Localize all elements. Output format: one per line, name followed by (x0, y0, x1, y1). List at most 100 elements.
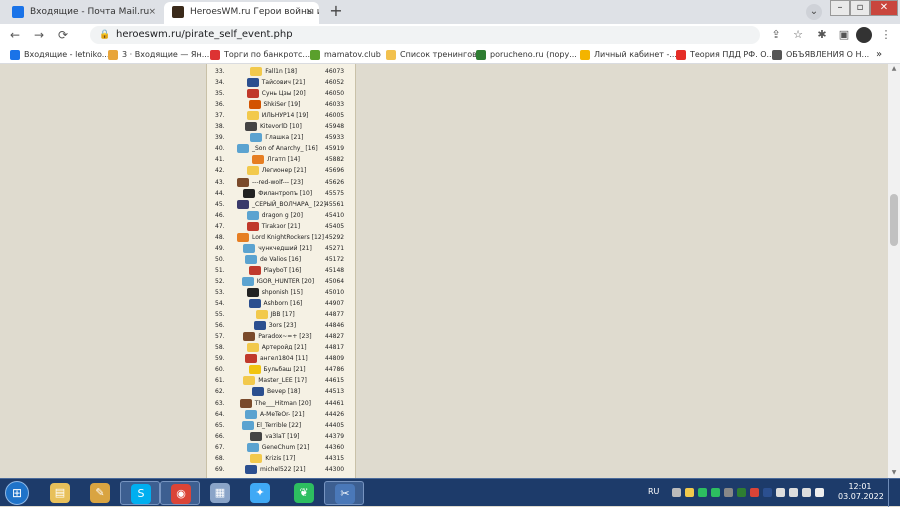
bookmark-item[interactable]: ОБЪЯВЛЕНИЯ О Н... (772, 46, 869, 64)
bookmark-item[interactable]: mamatov.club (310, 46, 381, 64)
bookmark-item[interactable]: Список тренингов (386, 46, 477, 64)
scrollbar-thumb[interactable] (890, 194, 898, 246)
bookmark-item[interactable]: 3 · Входящие — Ян... (108, 46, 209, 64)
scroll-down-arrow[interactable]: ▼ (888, 468, 900, 478)
maximize-button[interactable]: ▫ (850, 0, 870, 16)
player-name-link[interactable]: Легионер [21] (262, 165, 307, 176)
tray-icon[interactable] (789, 488, 798, 497)
row-rank: 36. (215, 101, 225, 109)
tray-icon[interactable] (815, 488, 824, 497)
player-name-link[interactable]: A-MeTeOr- [21] (260, 409, 305, 420)
player-name-link[interactable]: michel522 [21] (260, 464, 306, 475)
player-name-link[interactable]: Paradox~=+ [23] (258, 331, 311, 342)
player-name-link[interactable]: El_Terrible [22] (257, 420, 302, 431)
player-name-link[interactable]: de Valios [16] (260, 254, 301, 265)
tray-icon[interactable] (672, 488, 681, 497)
player-name-link[interactable]: Сунь Цзы [20] (262, 88, 306, 99)
menu-icon[interactable]: ⋮ (878, 27, 894, 43)
player-name-link[interactable]: Бульбаш [21] (264, 364, 306, 375)
side-panel-icon[interactable]: ▣ (836, 27, 852, 43)
player-name-link[interactable]: Krizis [17] (265, 453, 295, 464)
share-icon[interactable]: ⇪ (768, 27, 784, 43)
player-name-link[interactable]: чункчедший [21] (258, 243, 312, 254)
taskbar-app-screenshot-tool[interactable]: ✂ (324, 481, 364, 505)
clock[interactable]: 12:01 03.07.2022 (838, 482, 884, 502)
lock-icon[interactable]: 🔒 (99, 26, 110, 44)
player-name-link[interactable]: Филантропъ [10] (258, 188, 312, 199)
bookmarks-more-button[interactable]: » (876, 46, 882, 64)
taskbar-app-calculator[interactable]: ▦ (200, 481, 240, 505)
close-icon[interactable]: × (305, 2, 313, 22)
bookmark-item[interactable]: Теория ПДД РФ. О... (676, 46, 774, 64)
player-name-link[interactable]: IGOR_HUNTER [20] (257, 276, 315, 287)
player-name-link[interactable]: Тайсович [21] (262, 77, 305, 88)
player-name-link[interactable]: Глашка [21] (265, 132, 303, 143)
player-name-link[interactable]: Лгатп [14] (267, 154, 300, 165)
extensions-icon[interactable]: ✱ (814, 27, 830, 43)
player-name-link[interactable]: Артеройд [21] (262, 342, 307, 353)
taskbar-app-bird-app[interactable]: ✦ (240, 481, 280, 505)
player-name-link[interactable]: Зоrs [23] (269, 320, 296, 331)
player-name-link[interactable]: _СЕРЫЙ_ВОЛЧАРА_ [22] (252, 199, 326, 210)
reload-button[interactable]: ⟳ (54, 26, 72, 44)
tray-icon[interactable] (737, 488, 746, 497)
scroll-up-arrow[interactable]: ▲ (888, 64, 900, 74)
tray-icon[interactable] (698, 488, 707, 497)
bookmark-item[interactable]: Входящие - letniko... (10, 46, 109, 64)
star-icon[interactable]: ☆ (790, 27, 806, 43)
url-input[interactable]: 🔒 heroeswm.ru/pirate_self_event.php (90, 26, 760, 44)
tray-icon[interactable] (802, 488, 811, 497)
player-name-link[interactable]: ангел1804 [11] (260, 353, 308, 364)
taskbar-app-explorer[interactable]: ▤ (40, 481, 80, 505)
player-name-link[interactable]: shponish [15] (262, 287, 303, 298)
tray-icon[interactable] (750, 488, 759, 497)
player-name-link[interactable]: dragon g [20] (262, 210, 303, 221)
player-name-link[interactable]: Fall1n [18] (265, 66, 297, 77)
close-window-button[interactable]: ✕ (870, 0, 898, 16)
taskbar-app-paint[interactable]: ✎ (80, 481, 120, 505)
taskbar-app-evernote[interactable]: ❦ (284, 481, 324, 505)
player-name-link[interactable]: The___Hitman [20] (255, 398, 311, 409)
player-name-link[interactable]: va3laT [19] (265, 431, 299, 442)
player-name-link[interactable]: Bevep [18] (267, 386, 300, 397)
player-name-link[interactable]: ShkiSer [19] (264, 99, 301, 110)
bookmark-item[interactable]: poruchenо.ru (пору... (476, 46, 577, 64)
tray-icon[interactable] (776, 488, 785, 497)
tab-heroeswm[interactable]: HeroesWM.ru Герои войны и де × (164, 2, 319, 24)
training-icon (386, 50, 396, 60)
player-name-link[interactable]: _Son of Anarchy_ [16] (252, 143, 318, 154)
tray-icon[interactable] (724, 488, 733, 497)
player-name-link[interactable]: Ashborn [16] (264, 298, 303, 309)
taskbar-app-skype[interactable]: S (120, 481, 160, 505)
tray-icon[interactable] (711, 488, 720, 497)
tab-mail[interactable]: Входящие - Почта Mail.ru × (4, 2, 162, 24)
bookmark-item[interactable]: Личный кабинет -... (580, 46, 677, 64)
player-name-link[interactable]: Master_LEE [17] (258, 375, 307, 386)
player-name-link[interactable]: JBB [17] (271, 309, 295, 320)
player-name-link[interactable]: Lord KnightRockers [12] (252, 232, 324, 243)
player-name-link[interactable]: PlayboT [16] (264, 265, 302, 276)
row-score: 45271 (325, 244, 345, 252)
player-name-link[interactable]: Tirakзor [21] (262, 221, 300, 232)
tray-icon[interactable] (685, 488, 694, 497)
back-button[interactable]: ← (6, 26, 24, 44)
forward-button[interactable]: → (30, 26, 48, 44)
player-name-link[interactable]: KitevorlD [10] (260, 121, 302, 132)
tray-icon[interactable] (763, 488, 772, 497)
new-tab-button[interactable]: + (326, 2, 346, 22)
page-scrollbar[interactable]: ▲ ▼ (888, 64, 900, 478)
clan-icon (246, 111, 259, 121)
tab-search-button[interactable]: ⌄ (806, 4, 822, 20)
minimize-button[interactable]: – (830, 0, 850, 16)
taskbar-app-chrome[interactable]: ◉ (160, 481, 200, 505)
profile-avatar[interactable] (856, 27, 872, 43)
bookmark-item[interactable]: Торги по банкротс... (210, 46, 310, 64)
start-button[interactable]: ⊞ (2, 480, 32, 506)
clan-icon (246, 343, 259, 353)
player-name-link[interactable]: ---red-wolf--- [23] (252, 177, 303, 188)
show-desktop-button[interactable] (888, 479, 900, 507)
language-indicator[interactable]: RU (648, 487, 659, 496)
player-name-link[interactable]: GeneChum [21] (262, 442, 310, 453)
close-icon[interactable]: × (148, 2, 156, 22)
player-name-link[interactable]: ИЛЬНУР14 [19] (262, 110, 309, 121)
